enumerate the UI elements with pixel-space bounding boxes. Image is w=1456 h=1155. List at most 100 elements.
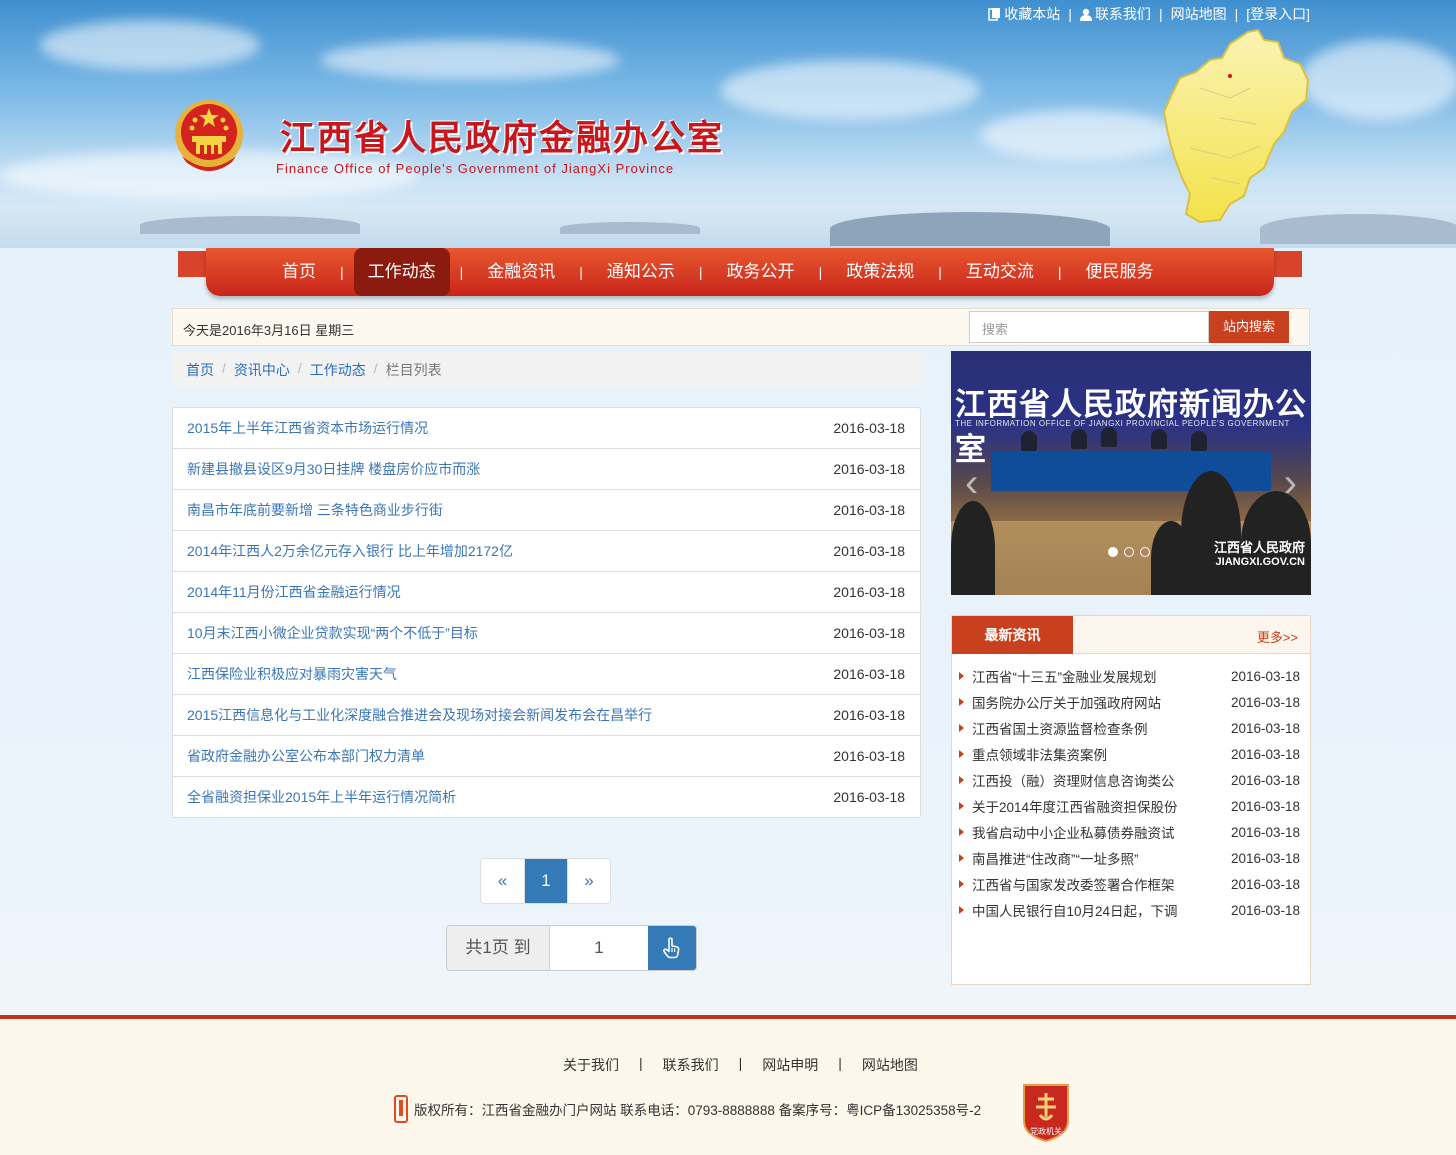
footer-contact-link[interactable]: 联系我们 [663,1055,719,1075]
site-title-english: Finance Office of People's Government of… [276,161,675,176]
prev-page-button[interactable]: « [481,859,524,903]
nav-ribbon-right [1270,251,1302,277]
slide-person [1151,429,1167,449]
news-title: 中国人民银行自10月24日起，下调 [972,904,1178,919]
news-title: 南昌推进“住改商”“一址多照” [972,852,1139,867]
bookmark-link[interactable]: 收藏本站 [988,4,1060,24]
breadcrumb-separator: / [297,360,302,376]
article-link[interactable]: 全省融资担保业2015年上半年运行情况简析 [187,787,456,807]
slide-audience [951,501,995,595]
current-date: 今天是2016年3月16日 星期三 [183,323,355,338]
list-item: 江西投（融）资理财信息咨询类公 2016-03-18 [952,767,1310,793]
nav-separator: | [1057,264,1062,280]
slide-indicators [1108,547,1150,557]
article-date: 2016-03-18 [833,666,905,682]
news-link[interactable]: 重点领域非法集资案例 [959,744,1107,764]
list-item: 全省融资担保业2015年上半年运行情况简析 2016-03-18 [173,776,920,817]
news-link[interactable]: 江西省与国家发改委签署合作框架 [959,874,1175,894]
island-decoration [560,222,700,234]
nav-item-notices[interactable]: 通知公示 [593,248,689,296]
news-link[interactable]: 中国人民银行自10月24日起，下调 [959,900,1178,920]
article-link[interactable]: 2015年上半年江西省资本市场运行情况 [187,418,428,438]
pagination: « 1 » [480,858,611,904]
breadcrumb-work-news[interactable]: 工作动态 [310,360,366,378]
article-link[interactable]: 2014年11月份江西省金融运行情况 [187,582,401,602]
news-slideshow[interactable]: 江西省人民政府新闻办公室 THE INFORMATION OFFICE OF J… [951,351,1311,595]
page-number-input[interactable]: 1 [550,926,648,970]
slide-person [1021,431,1037,451]
nav-item-finance-info[interactable]: 金融资讯 [473,248,569,296]
contact-link[interactable]: 联系我们 [1079,4,1151,24]
article-link[interactable]: 江西保险业积极应对暴雨灾害天气 [187,664,397,684]
nav-item-home[interactable]: 首页 [268,248,330,296]
list-item: 江西省“十三五”金融业发展规划 2016-03-18 [952,663,1310,689]
list-item: 2015年上半年江西省资本市场运行情况 2016-03-18 [173,408,920,448]
badge-text: 党政机关 [1030,1126,1062,1136]
search-button[interactable]: 站内搜索 [1209,311,1289,343]
slide-dot[interactable] [1124,547,1134,557]
slide-dot[interactable] [1140,547,1150,557]
news-title: 江西省“十三五”金融业发展规划 [972,670,1157,685]
news-date: 2016-03-18 [1230,746,1300,762]
nav-item-policies[interactable]: 政策法规 [832,248,928,296]
article-link[interactable]: 省政府金融办公室公布本部门权力清单 [187,746,425,766]
news-date: 2016-03-18 [1230,850,1300,866]
news-link[interactable]: 南昌推进“住改商”“一址多照” [959,848,1138,868]
news-link[interactable]: 我省启动中小企业私募债券融资试 [959,822,1175,842]
article-link[interactable]: 2015江西信息化与工业化深度融合推进会及现场对接会新闻发布会在昌举行 [187,705,652,725]
article-link[interactable]: 新建县撤县设区9月30日挂牌 楼盘房价应市而涨 [187,459,480,479]
breadcrumb-separator: / [222,360,226,376]
news-date: 2016-03-18 [1230,694,1300,710]
article-date: 2016-03-18 [833,584,905,600]
cloud-decoration [1300,40,1456,120]
footer: 关于我们 | 联系我们 | 网站申明 | 网站地图 版权所有：江西省金融办门户网… [0,1015,1456,1155]
news-link[interactable]: 江西投（融）资理财信息咨询类公 [959,770,1175,790]
news-link[interactable]: 关于2014年度江西省融资担保股份 [959,796,1178,816]
slide-prev-arrow[interactable]: ‹ [965,461,978,506]
party-government-badge-icon[interactable]: 党政机关 [1020,1081,1072,1143]
news-link[interactable]: 国务院办公厅关于加强政府网站 [959,692,1161,712]
pointer-hand-icon [663,937,680,959]
nav-item-services[interactable]: 便民服务 [1071,248,1167,296]
latest-news-title: 最新资讯 [952,616,1073,654]
nav-item-government-affairs[interactable]: 政务公开 [713,248,809,296]
more-news-link[interactable]: 更多>> [1257,627,1298,646]
footer-separator: | [738,1055,743,1071]
sitemap-link[interactable]: 网站地图 [1171,4,1227,24]
nav-item-interaction[interactable]: 互动交流 [952,248,1048,296]
next-page-button[interactable]: » [567,859,610,903]
slide-audience [1151,521,1191,595]
top-links: 收藏本站 | 联系我们 | 网站地图 | [登录入口] [988,4,1310,24]
breadcrumb-home[interactable]: 首页 [186,360,214,378]
slide-next-arrow[interactable]: › [1284,461,1297,506]
article-link[interactable]: 10月末江西小微企业贷款实现“两个不低于”目标 [187,623,478,643]
slide-dot[interactable] [1108,547,1118,557]
list-item: 2014年江西人2万余亿元存入银行 比上年增加2172亿 2016-03-18 [173,530,920,571]
news-date: 2016-03-18 [1230,902,1300,918]
article-date: 2016-03-18 [833,502,905,518]
nav-separator: | [459,264,464,280]
watermark-en: JIANGXI.GOV.CN [1215,556,1305,568]
footer-statement-link[interactable]: 网站申明 [762,1055,818,1075]
article-date: 2016-03-18 [833,461,905,477]
news-link[interactable]: 江西省“十三五”金融业发展规划 [959,666,1157,686]
breadcrumb-news-center[interactable]: 资讯中心 [234,360,290,378]
article-link[interactable]: 南昌市年底前要新增 三条特色商业步行街 [187,500,443,520]
nav-item-work-news[interactable]: 工作动态 [353,248,450,296]
go-page-button[interactable] [648,926,696,970]
bullet-triangle-icon [959,802,964,810]
list-item: 新建县撤县设区9月30日挂牌 楼盘房价应市而涨 2016-03-18 [173,448,920,489]
breadcrumb: 首页 / 资讯中心 / 工作动态 / 栏目列表 [172,351,921,386]
list-item: 南昌推进“住改商”“一址多照” 2016-03-18 [952,845,1310,871]
bullet-triangle-icon [959,698,964,706]
news-link[interactable]: 江西省国土资源监督检查条例 [959,718,1148,738]
bullet-triangle-icon [959,828,964,836]
page-1-button[interactable]: 1 [524,859,567,903]
latest-news-list: 江西省“十三五”金融业发展规划 2016-03-18 国务院办公厅关于加强政府网站… [952,654,1310,923]
login-link[interactable]: [登录入口] [1246,4,1310,24]
article-link[interactable]: 2014年江西人2万余亿元存入银行 比上年增加2172亿 [187,541,513,561]
bullet-triangle-icon [959,750,964,758]
search-input[interactable]: 搜索 [969,311,1209,343]
footer-about-link[interactable]: 关于我们 [563,1055,619,1075]
footer-sitemap-link[interactable]: 网站地图 [862,1055,918,1075]
